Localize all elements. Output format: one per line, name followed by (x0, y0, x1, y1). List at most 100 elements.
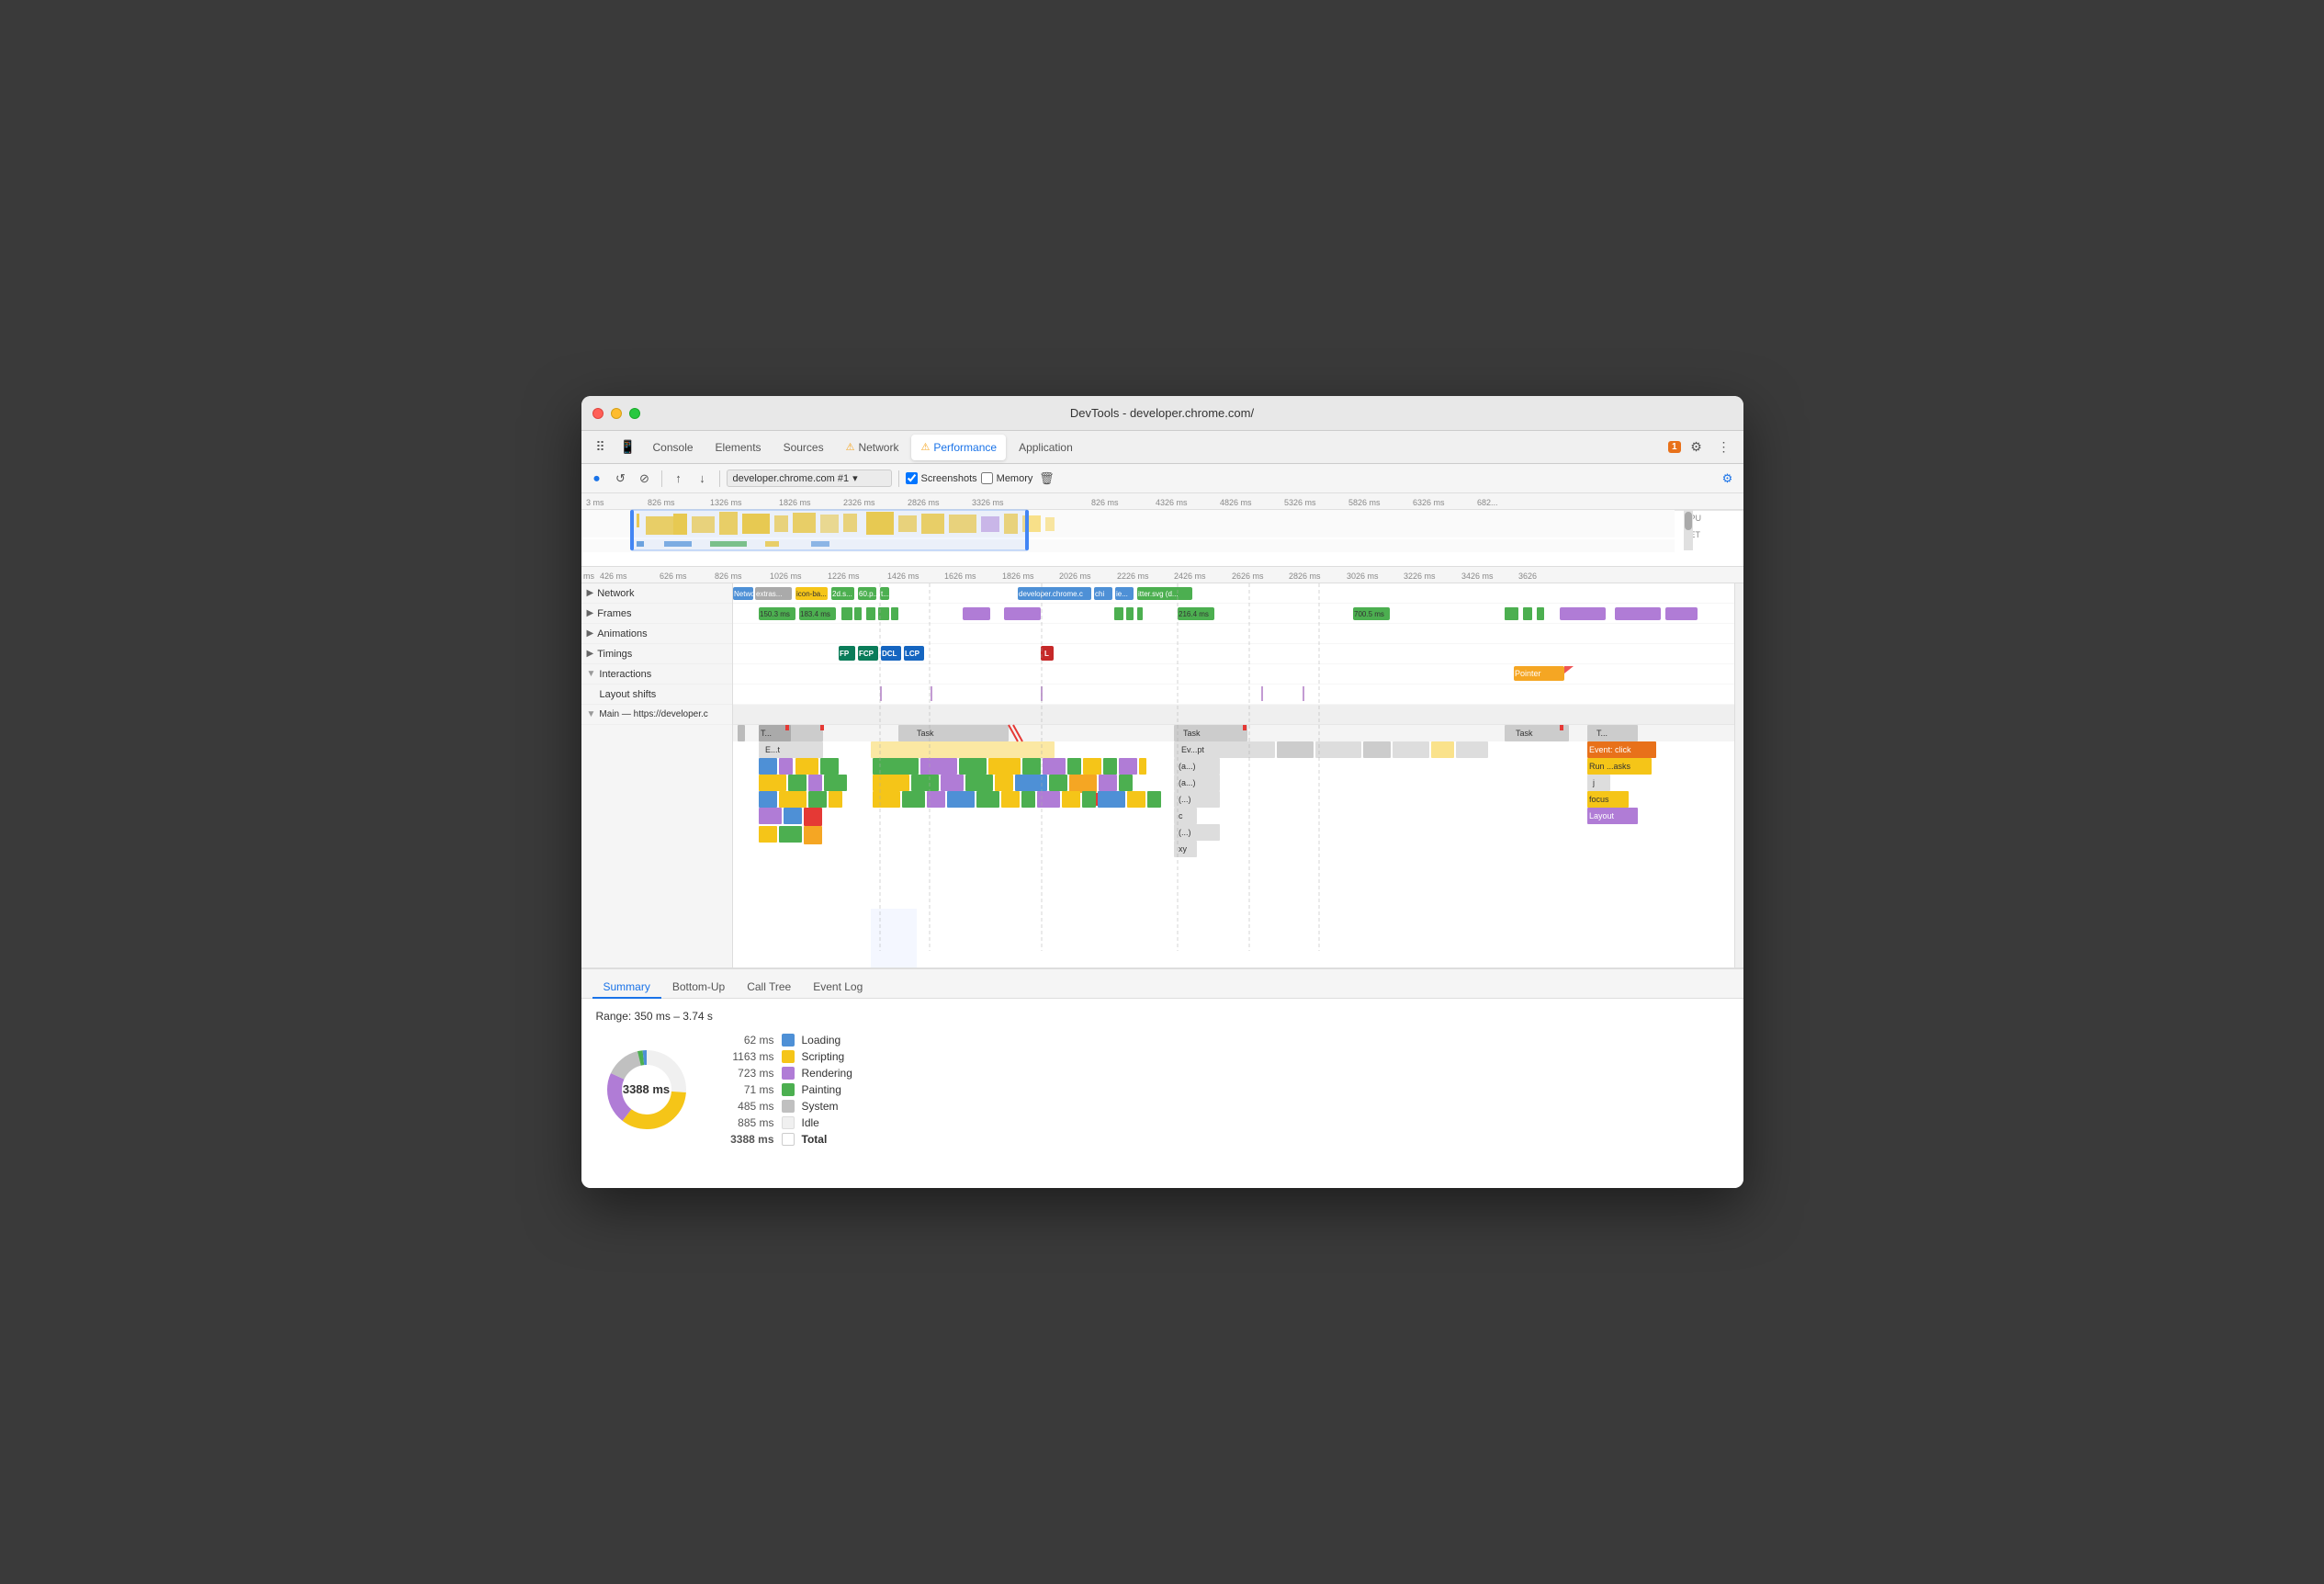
garbage-collect-icon[interactable]: 🗑 (1036, 469, 1056, 489)
system-color (782, 1100, 795, 1113)
devtools-window: DevTools - developer.chrome.com/ ⠿ 📱 Con… (581, 396, 1743, 1188)
main-content-area: ▶ Network ▶ Frames ▶ Animations ▶ Timing… (581, 583, 1743, 967)
svg-text:extras...: extras... (756, 590, 782, 598)
timings-track-label[interactable]: ▶ Timings (581, 644, 732, 664)
svg-text:Run ...asks: Run ...asks (1589, 762, 1631, 771)
traffic-lights (592, 408, 640, 419)
device-toolbar-icon[interactable]: 📱 (616, 436, 640, 459)
svg-text:3226 ms: 3226 ms (1404, 571, 1436, 581)
tab-network[interactable]: Network (837, 435, 908, 460)
frames-track-label[interactable]: ▶ Frames (581, 604, 732, 624)
settings-icon[interactable]: ⚙ (1685, 436, 1709, 459)
svg-text:E...t: E...t (765, 745, 781, 754)
svg-text:2026 ms: 2026 ms (1059, 571, 1091, 581)
network-track-label[interactable]: ▶ Network (581, 583, 732, 604)
svg-text:5326 ms: 5326 ms (1284, 498, 1316, 507)
svg-text:1226 ms: 1226 ms (828, 571, 860, 581)
total-color (782, 1133, 795, 1146)
svg-text:826 ms: 826 ms (1091, 498, 1119, 507)
tab-bottom-up[interactable]: Bottom-Up (661, 977, 736, 999)
svg-text:FCP: FCP (859, 650, 874, 658)
legend-rendering: 723 ms Rendering (719, 1067, 852, 1080)
reload-record-button[interactable]: ↺ (611, 469, 631, 489)
legend-system: 485 ms System (719, 1100, 852, 1113)
svg-text:Task: Task (1183, 729, 1201, 738)
svg-text:chi: chi (1095, 590, 1104, 598)
svg-text:1426 ms: 1426 ms (887, 571, 919, 581)
tab-console[interactable]: Console (644, 435, 703, 460)
animations-track-label[interactable]: ▶ Animations (581, 624, 732, 644)
close-button[interactable] (592, 408, 604, 419)
svg-text:3 ms: 3 ms (586, 498, 604, 507)
svg-text:1826 ms: 1826 ms (1002, 571, 1034, 581)
summary-data: 3388 ms 62 ms Loading 1163 ms (596, 1034, 1729, 1146)
upload-button[interactable]: ↑ (669, 469, 689, 489)
clear-button[interactable]: ⊘ (635, 469, 655, 489)
svg-text:2426 ms: 2426 ms (1174, 571, 1206, 581)
interactions-track-label[interactable]: ▼ Interactions (581, 664, 732, 685)
svg-text:L: L (1044, 650, 1049, 658)
svg-text:T...: T... (1596, 729, 1608, 738)
main-thread-label[interactable]: ▼ Main — https://developer.c (581, 705, 732, 725)
tab-elements[interactable]: Elements (706, 435, 771, 460)
svg-text:Layout: Layout (1589, 811, 1615, 820)
svg-text:Ev...pt: Ev...pt (1181, 745, 1204, 754)
svg-text:2226 ms: 2226 ms (1117, 571, 1149, 581)
svg-text:626 ms: 626 ms (660, 571, 687, 581)
svg-text:xy: xy (1179, 844, 1188, 854)
record-button[interactable]: ⏺ (587, 469, 607, 489)
bottom-panel: Summary Bottom-Up Call Tree Event Log Ra… (581, 967, 1743, 1188)
svg-text:Event: click: Event: click (1589, 745, 1631, 754)
tab-application[interactable]: Application (1010, 435, 1082, 460)
svg-text:60.p...: 60.p... (859, 590, 879, 598)
svg-text:ms: ms (583, 571, 594, 581)
legend-loading: 62 ms Loading (719, 1034, 852, 1047)
svg-text:2d.s...: 2d.s... (832, 590, 852, 598)
download-button[interactable]: ↓ (693, 469, 713, 489)
minimize-button[interactable] (611, 408, 622, 419)
settings-panel-icon[interactable]: ⚙ (1718, 469, 1738, 489)
tracks-visualization[interactable]: Network extras... icon-ba... 2d.s... 60.… (733, 583, 1734, 967)
tab-performance[interactable]: Performance (911, 435, 1006, 460)
timeline-scrollbar[interactable] (1734, 583, 1743, 967)
svg-text:Task: Task (1516, 729, 1533, 738)
svg-text:426 ms: 426 ms (600, 571, 627, 581)
svg-text:2826 ms: 2826 ms (1289, 571, 1321, 581)
svg-text:3426 ms: 3426 ms (1461, 571, 1494, 581)
cursor-icon[interactable]: ⠿ (589, 436, 613, 459)
tab-sources[interactable]: Sources (774, 435, 833, 460)
donut-center: 3388 ms (623, 1082, 670, 1097)
tab-event-log[interactable]: Event Log (802, 977, 874, 999)
layout-shifts-label[interactable]: Layout shifts (581, 685, 732, 705)
summary-legend: 62 ms Loading 1163 ms Scripting 723 ms (719, 1034, 852, 1146)
svg-text:3626: 3626 (1518, 571, 1537, 581)
summary-content: Range: 350 ms – 3.74 s (581, 999, 1743, 1188)
legend-painting: 71 ms Painting (719, 1083, 852, 1096)
notification-badge: 1 (1668, 441, 1681, 453)
svg-text:826 ms: 826 ms (715, 571, 742, 581)
legend-idle: 885 ms Idle (719, 1116, 852, 1129)
svg-text:3326 ms: 3326 ms (972, 498, 1004, 507)
svg-text:150.3 ms: 150.3 ms (760, 610, 790, 618)
tab-summary[interactable]: Summary (592, 977, 661, 999)
svg-text:682...: 682... (1477, 498, 1498, 507)
maximize-button[interactable] (629, 408, 640, 419)
main-thread-empty-label (581, 725, 732, 890)
svg-text:4326 ms: 4326 ms (1156, 498, 1188, 507)
tab-call-tree[interactable]: Call Tree (736, 977, 802, 999)
memory-checkbox[interactable]: Memory (981, 472, 1033, 484)
tracks-svg: Network extras... icon-ba... 2d.s... 60.… (733, 583, 1734, 967)
svg-text:icon-ba...: icon-ba... (796, 590, 827, 598)
svg-text:183.4 ms: 183.4 ms (800, 610, 830, 618)
svg-text:1826 ms: 1826 ms (779, 498, 811, 507)
svg-text:ie...: ie... (1116, 590, 1128, 598)
svg-text:1326 ms: 1326 ms (710, 498, 742, 507)
svg-text:1626 ms: 1626 ms (944, 571, 976, 581)
svg-text:6326 ms: 6326 ms (1413, 498, 1445, 507)
overview-area[interactable]: 3 ms 826 ms 1326 ms 1826 ms 2326 ms 2826… (581, 493, 1743, 567)
rendering-color (782, 1067, 795, 1080)
svg-text:itter.svg (d...: itter.svg (d... (1138, 590, 1179, 598)
more-options-icon[interactable]: ⋮ (1712, 436, 1736, 459)
screenshots-checkbox[interactable]: Screenshots (906, 472, 977, 484)
svg-text:FP: FP (840, 650, 850, 658)
